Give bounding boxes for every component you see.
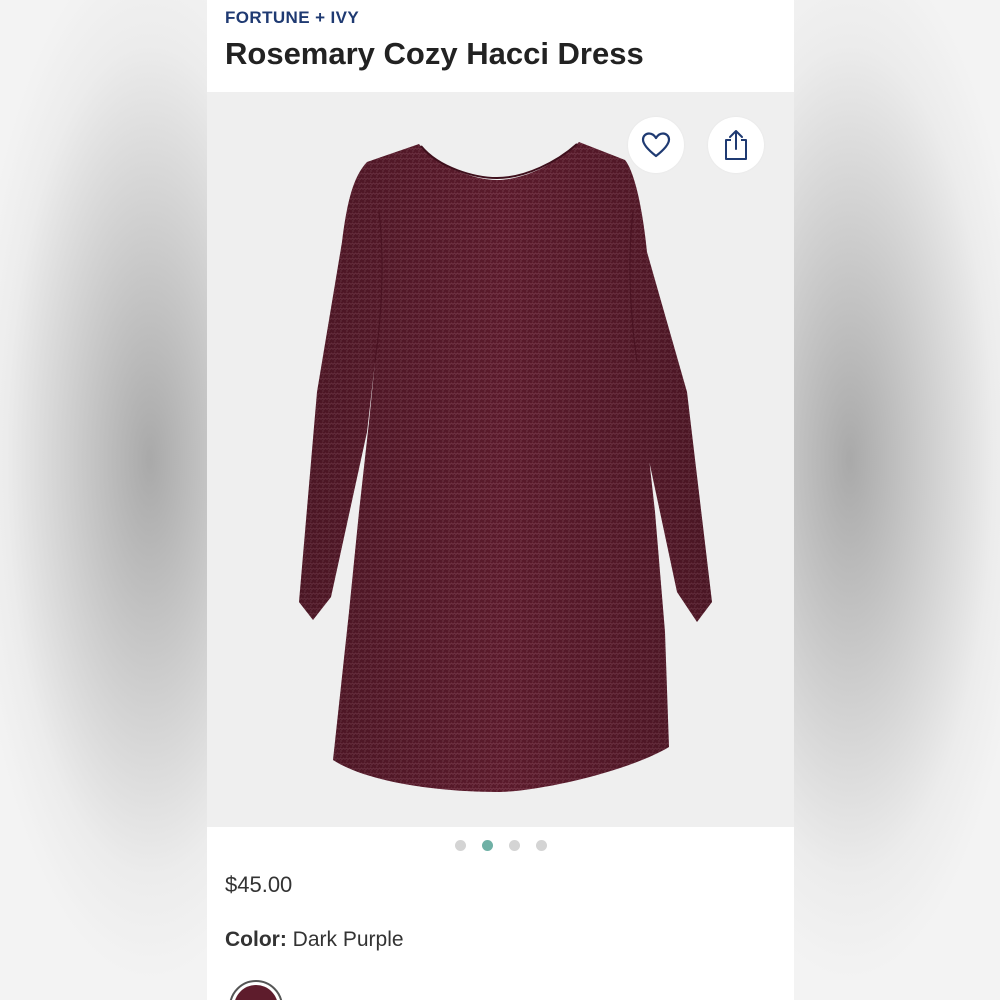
dress-image [299,142,712,792]
product-screen: FORTUNE + IVY Rosemary Cozy Hacci Dress [207,0,794,1000]
heart-icon [641,132,671,158]
pagination-dot-active[interactable] [481,840,493,851]
product-title: Rosemary Cozy Hacci Dress [225,36,644,71]
blurred-backdrop-left [0,0,207,1000]
product-price: $45.00 [225,872,293,897]
color-label: Color: [225,928,287,951]
pagination-dot[interactable] [454,840,466,851]
product-image-gallery[interactable] [207,92,794,827]
blurred-backdrop-right [793,0,1000,1000]
share-icon [725,130,747,160]
gallery-pagination [207,840,794,851]
pagination-dot[interactable] [508,840,520,851]
color-value: Dark Purple [292,928,404,951]
color-swatch-dark-purple[interactable] [229,980,283,1000]
color-row: Color: Dark Purple [225,928,404,952]
brand-name[interactable]: FORTUNE + IVY [225,8,359,28]
swatch-fill [234,985,278,1000]
pagination-dot[interactable] [535,840,547,851]
share-button[interactable] [708,117,764,173]
favorite-button[interactable] [628,117,684,173]
